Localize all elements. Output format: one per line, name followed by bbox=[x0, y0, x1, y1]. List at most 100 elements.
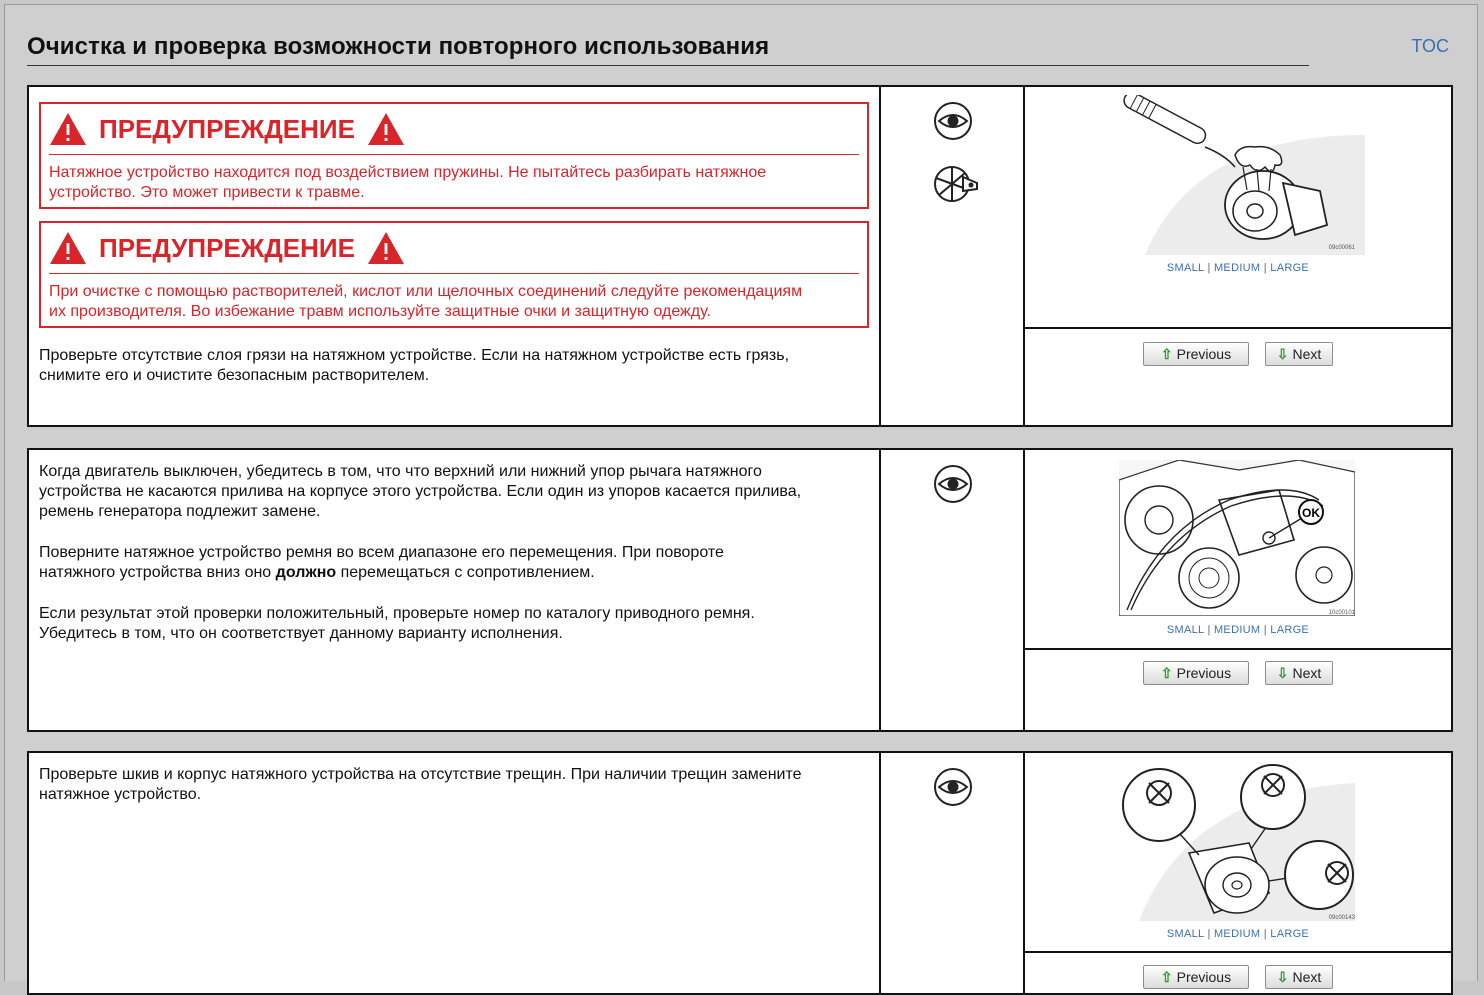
size-small-link[interactable]: SMALL bbox=[1167, 262, 1204, 274]
warning-text-line: устройство. Это может привести к травме. bbox=[49, 184, 365, 201]
warning-title: ПРЕДУПРЕЖДЕНИЕ bbox=[99, 113, 355, 144]
separator: | bbox=[1263, 624, 1267, 636]
step-1-icons-cell bbox=[883, 87, 1025, 425]
text-line: Проверьте шкив и корпус натяжного устрой… bbox=[39, 766, 802, 783]
step-3-media-cell: 09c00143 SMALL | MEDIUM | LARGE ⇧ Previou… bbox=[1025, 753, 1451, 993]
step-2-media-cell: OK 10c00101 SMALL | MEDIUM | LARGE ⇧ Prev… bbox=[1025, 450, 1451, 730]
tensioner-cleaning-illustration[interactable] bbox=[1115, 95, 1365, 257]
warning-triangle-icon bbox=[367, 232, 404, 264]
image-size-links: SMALL | MEDIUM | LARGE bbox=[1025, 928, 1451, 940]
step-1: ПРЕДУПРЕЖДЕНИЕ Натяжное устройство наход… bbox=[27, 85, 1453, 427]
crack-inspection-illustration[interactable] bbox=[1119, 763, 1355, 923]
step-2: Когда двигатель выключен, убедитесь в то… bbox=[27, 448, 1453, 732]
warning-triangle-icon bbox=[367, 113, 404, 145]
up-arrow-icon: ⇧ bbox=[1160, 345, 1173, 362]
warning-header: ПРЕДУПРЕЖДЕНИЕ bbox=[49, 104, 859, 155]
illustration-cell: 09c00143 SMALL | MEDIUM | LARGE bbox=[1025, 753, 1451, 953]
tensioner-stop-check-illustration[interactable]: OK bbox=[1119, 460, 1355, 616]
image-code: 09c00061 bbox=[1328, 245, 1355, 251]
size-medium-link[interactable]: MEDIUM bbox=[1214, 928, 1260, 940]
text-segment: перемещаться с сопротивлением. bbox=[336, 564, 595, 581]
text-line: натяжное устройство. bbox=[39, 786, 202, 803]
step-3: Проверьте шкив и корпус натяжного устрой… bbox=[27, 751, 1453, 995]
text-line: Убедитесь в том, что он соответствует да… bbox=[39, 625, 563, 642]
separator: | bbox=[1207, 624, 1211, 636]
down-arrow-icon: ⇩ bbox=[1276, 968, 1289, 985]
warning-text-line: Натяжное устройство находится под воздей… bbox=[49, 164, 767, 181]
visual-inspection-eye-icon bbox=[934, 768, 972, 806]
illustration-cell: 09c00061 SMALL | MEDIUM | LARGE bbox=[1025, 87, 1451, 329]
next-button[interactable]: ⇩ Next bbox=[1265, 965, 1333, 989]
visual-inspection-eye-icon bbox=[934, 102, 972, 140]
ok-label: OK bbox=[1302, 506, 1320, 520]
navigation-cell: ⇧ Previous ⇩ Next bbox=[1025, 650, 1451, 730]
down-arrow-icon: ⇩ bbox=[1276, 345, 1289, 362]
button-label: Next bbox=[1292, 969, 1322, 985]
up-arrow-icon: ⇧ bbox=[1160, 968, 1173, 985]
step-3-text-cell: Проверьте шкив и корпус натяжного устрой… bbox=[29, 753, 881, 993]
button-label: Next bbox=[1292, 346, 1322, 362]
warning-text: При очистке с помощью растворителей, кис… bbox=[49, 274, 859, 322]
separator: | bbox=[1207, 928, 1211, 940]
size-small-link[interactable]: SMALL bbox=[1167, 624, 1204, 636]
warning-text-line: их производителя. Во избежание травм исп… bbox=[49, 303, 711, 320]
toc-link[interactable]: TOC bbox=[1411, 36, 1449, 57]
separator: | bbox=[1263, 928, 1267, 940]
previous-button[interactable]: ⇧ Previous bbox=[1143, 661, 1249, 685]
up-arrow-icon: ⇧ bbox=[1160, 664, 1173, 681]
text-line: Проверьте отсутствие слоя грязи на натяж… bbox=[39, 347, 790, 364]
step-1-media-cell: 09c00061 SMALL | MEDIUM | LARGE ⇧ Previou… bbox=[1025, 87, 1451, 425]
previous-button[interactable]: ⇧ Previous bbox=[1143, 965, 1249, 989]
navigation-cell: ⇧ Previous ⇩ Next bbox=[1025, 953, 1451, 993]
navigation-cell: ⇧ Previous ⇩ Next bbox=[1025, 329, 1451, 425]
text-line: ремень генератора подлежит замене. bbox=[39, 503, 321, 520]
emphasis-text: должно bbox=[275, 564, 337, 581]
cleaning-tool-icon bbox=[934, 166, 978, 202]
warning-text-line: При очистке с помощью растворителей, кис… bbox=[49, 283, 803, 300]
step-2-text-cell: Когда двигатель выключен, убедитесь в то… bbox=[29, 450, 881, 730]
text-segment: натяжного устройства вниз оно bbox=[39, 564, 276, 581]
warning-triangle-icon bbox=[50, 113, 86, 145]
step-2-paragraph-3: Если результат этой проверки положительн… bbox=[39, 604, 869, 644]
step-1-instruction: Проверьте отсутствие слоя грязи на натяж… bbox=[39, 346, 869, 386]
text-line: натяжного устройства вниз оно должно пер… bbox=[39, 563, 869, 583]
previous-button[interactable]: ⇧ Previous bbox=[1143, 342, 1249, 366]
warning-text: Натяжное устройство находится под воздей… bbox=[49, 155, 859, 203]
text-line: Когда двигатель выключен, убедитесь в то… bbox=[39, 463, 762, 480]
step-2-paragraph-2: Поверните натяжное устройство ремня во в… bbox=[39, 543, 869, 583]
size-medium-link[interactable]: MEDIUM bbox=[1214, 624, 1260, 636]
image-size-links: SMALL | MEDIUM | LARGE bbox=[1025, 262, 1451, 274]
next-button[interactable]: ⇩ Next bbox=[1265, 342, 1333, 366]
warning-box: ПРЕДУПРЕЖДЕНИЕ Натяжное устройство наход… bbox=[39, 102, 869, 209]
separator: | bbox=[1207, 262, 1211, 274]
size-large-link[interactable]: LARGE bbox=[1270, 928, 1309, 940]
document-page: Очистка и проверка возможности повторног… bbox=[4, 4, 1478, 995]
step-2-icons-cell bbox=[883, 450, 1025, 730]
next-button[interactable]: ⇩ Next bbox=[1265, 661, 1333, 685]
image-size-links: SMALL | MEDIUM | LARGE bbox=[1025, 624, 1451, 636]
warning-header: ПРЕДУПРЕЖДЕНИЕ bbox=[49, 223, 859, 274]
page-title: Очистка и проверка возможности повторног… bbox=[27, 33, 770, 60]
button-label: Previous bbox=[1176, 346, 1232, 362]
text-line: снимите его и очистите безопасным раство… bbox=[39, 367, 430, 384]
separator: | bbox=[1263, 262, 1267, 274]
text-line: Если результат этой проверки положительн… bbox=[39, 605, 755, 622]
illustration-cell: OK 10c00101 SMALL | MEDIUM | LARGE bbox=[1025, 450, 1451, 650]
step-3-instruction: Проверьте шкив и корпус натяжного устрой… bbox=[39, 765, 869, 805]
size-large-link[interactable]: LARGE bbox=[1270, 624, 1309, 636]
size-small-link[interactable]: SMALL bbox=[1167, 928, 1204, 940]
image-code: 10c00101 bbox=[1328, 610, 1355, 616]
warning-box: ПРЕДУПРЕЖДЕНИЕ При очистке с помощью рас… bbox=[39, 221, 869, 328]
warning-title: ПРЕДУПРЕЖДЕНИЕ bbox=[99, 232, 355, 263]
visual-inspection-eye-icon bbox=[934, 465, 972, 503]
text-line: Поверните натяжное устройство ремня во в… bbox=[39, 544, 724, 561]
warning-triangle-icon bbox=[50, 232, 86, 264]
step-1-text-cell: ПРЕДУПРЕЖДЕНИЕ Натяжное устройство наход… bbox=[29, 87, 881, 425]
title-bar: Очистка и проверка возможности повторног… bbox=[27, 31, 1309, 66]
size-medium-link[interactable]: MEDIUM bbox=[1214, 262, 1260, 274]
button-label: Next bbox=[1292, 665, 1322, 681]
text-line: устройства не касаются прилива на корпус… bbox=[39, 483, 802, 500]
button-label: Previous bbox=[1176, 665, 1232, 681]
step-3-icons-cell bbox=[883, 753, 1025, 993]
size-large-link[interactable]: LARGE bbox=[1270, 262, 1309, 274]
